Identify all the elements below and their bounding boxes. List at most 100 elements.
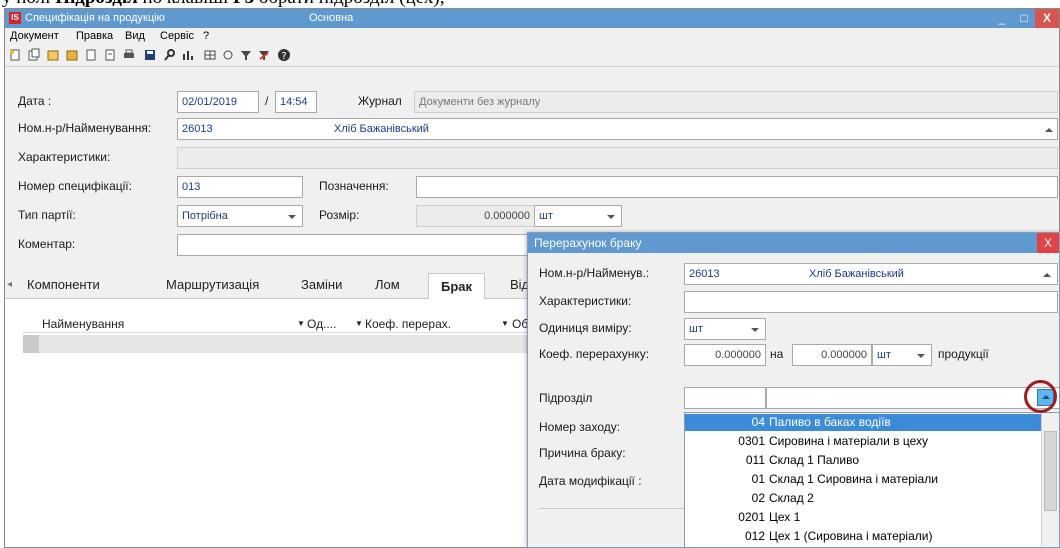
- list-item[interactable]: 04 Паливо в баках водіїв: [685, 414, 1041, 431]
- col-unit[interactable]: Од....: [307, 317, 336, 331]
- size-unit-select[interactable]: шт: [534, 205, 622, 227]
- title-bar[interactable]: IS Специфікація на продукцію Основна _ □…: [5, 9, 1059, 28]
- col-unit-filter-icon[interactable]: ▼: [355, 319, 363, 328]
- doc-text-prefix: у полі: [2, 0, 55, 8]
- dialog-qty-unit-select[interactable]: шт: [872, 344, 932, 366]
- tab-components[interactable]: Компоненти: [27, 277, 100, 292]
- doc-text-middle: по клавіші: [138, 0, 233, 8]
- col-coef-filter-icon[interactable]: ▼: [501, 319, 509, 328]
- dialog-title[interactable]: Перерахунок браку: [528, 233, 1059, 253]
- menu-help[interactable]: ?: [203, 30, 209, 42]
- refresh-icon[interactable]: [221, 48, 235, 62]
- list-item[interactable]: 012 Цех 1 (Сировина і матеріали): [685, 528, 1041, 545]
- defect-recalc-dialog: Перерахунок браку X Ном.н-р/Найменув.: 2…: [527, 232, 1060, 548]
- col-name-filter-icon[interactable]: ▼: [297, 319, 305, 328]
- print-icon[interactable]: [122, 48, 136, 62]
- size-field[interactable]: 0.000000: [416, 205, 535, 227]
- dialog-unit-value: шт: [689, 323, 703, 335]
- division-dropdown-list[interactable]: 04 Паливо в баках водіїв 0301 Сировина і м…: [684, 412, 1059, 547]
- row-selector[interactable]: [23, 335, 39, 353]
- col-coef[interactable]: Коеф. перерах.: [365, 317, 451, 331]
- list-item-name: Склад 1 Сировина і матеріали: [769, 472, 938, 486]
- list-item-name: Сировина і матеріали в цеху: [769, 434, 929, 448]
- tab-defects[interactable]: Брак: [428, 273, 486, 300]
- copy-doc-icon[interactable]: [27, 48, 41, 62]
- spec-number-field[interactable]: 013: [177, 176, 303, 198]
- window-subtitle: Основна: [309, 12, 354, 24]
- item-field[interactable]: 26013 Хліб Бажанівський: [177, 118, 1058, 140]
- chevron-down-icon: [607, 215, 615, 219]
- col-name[interactable]: Найменування: [42, 317, 124, 331]
- dialog-unit-select[interactable]: шт: [684, 318, 766, 340]
- batch-type-select[interactable]: Потрібна: [177, 205, 303, 227]
- list-item-name: Склад 2: [769, 491, 814, 505]
- menu-service[interactable]: Сервіс: [160, 30, 194, 42]
- list-item[interactable]: 011 Склад 1 Паливо: [685, 452, 1041, 469]
- doc-text-suffix: обрати підрозділ (цех);: [254, 0, 445, 8]
- comment-label: Коментар:: [18, 237, 76, 251]
- dialog-product-label: продукції: [938, 347, 989, 361]
- list-item[interactable]: 0201 Цех 1: [685, 509, 1041, 526]
- tab-scrap[interactable]: Лом: [375, 277, 400, 292]
- menu-document[interactable]: Документ: [10, 30, 59, 42]
- list-item-code: 012: [744, 529, 765, 543]
- open-folder-icon[interactable]: [65, 48, 79, 62]
- close-button[interactable]: X: [1035, 9, 1059, 28]
- tabs-scroll-left-icon[interactable]: ◂: [7, 279, 12, 290]
- doc-icon[interactable]: [84, 48, 98, 62]
- menu-bar: Документ Правка Вид Сервіс ?: [5, 28, 1059, 45]
- list-item[interactable]: 01 Склад 1 Сировина і матеріали: [685, 471, 1041, 488]
- dialog-on-label: на: [770, 347, 784, 361]
- doc-text-bold2: F3: [233, 0, 254, 8]
- dialog-characteristics-field[interactable]: [684, 291, 1058, 313]
- maximize-button[interactable]: □: [1013, 9, 1035, 28]
- list-item[interactable]: 02 Склад 2: [685, 490, 1041, 507]
- dialog-close-button[interactable]: X: [1037, 233, 1059, 253]
- batch-type-value: Потрібна: [182, 210, 228, 222]
- designation-field[interactable]: [416, 176, 1058, 198]
- minimize-button[interactable]: _: [991, 9, 1013, 28]
- tab-routing[interactable]: Маршрутизація: [166, 277, 259, 292]
- dialog-division-name-field[interactable]: [766, 387, 1059, 409]
- clear-filter-icon[interactable]: [257, 48, 271, 62]
- list-item-code: 0301: [738, 434, 765, 448]
- save-icon[interactable]: [143, 48, 157, 62]
- table-row[interactable]: [23, 335, 533, 353]
- find-icon[interactable]: [163, 48, 177, 62]
- chart-icon[interactable]: [181, 48, 195, 62]
- list-item-name: Цех 1 (Сировина і матеріали): [769, 529, 933, 543]
- filter-icon[interactable]: [239, 48, 253, 62]
- dialog-unit-label: Одиниця виміру:: [539, 321, 632, 335]
- grid-icon[interactable]: [203, 48, 217, 62]
- document-text-strip: у полі Підрозділ по клавіші F3 обрати пі…: [0, 0, 1060, 8]
- col-volume[interactable]: Об: [512, 317, 528, 331]
- list-scrollbar-thumb[interactable]: [1044, 431, 1057, 511]
- menu-edit[interactable]: Правка: [76, 30, 113, 42]
- list-scrollbar[interactable]: [1041, 413, 1059, 547]
- spec-number-label: Номер специфікації:: [18, 179, 132, 193]
- dialog-item-field[interactable]: 26013 Хліб Бажанівський: [684, 263, 1058, 285]
- characteristics-field[interactable]: [177, 147, 1058, 169]
- dialog-coef-field[interactable]: 0.000000: [684, 344, 766, 366]
- menu-view[interactable]: Вид: [125, 30, 145, 42]
- open-icon[interactable]: [46, 48, 60, 62]
- dialog-division-label: Підрозділ: [539, 391, 593, 405]
- new-doc-icon[interactable]: [8, 48, 22, 62]
- tab-replacements[interactable]: Заміни: [301, 277, 342, 292]
- list-item[interactable]: 0301 Сировина і матеріали в цеху: [685, 433, 1041, 450]
- dialog-qty-field[interactable]: 0.000000: [792, 344, 872, 366]
- chevron-down-icon: [288, 215, 296, 219]
- doc-text-bold: Підрозділ: [55, 0, 138, 8]
- item-dropdown-icon[interactable]: [1045, 128, 1053, 132]
- journal-field[interactable]: Документи без журналу: [414, 91, 1058, 113]
- date-label: Дата :: [18, 94, 52, 108]
- date-field[interactable]: 02/01/2019: [177, 91, 259, 113]
- time-separator: /: [265, 94, 269, 108]
- dialog-qty-unit-value: шт: [877, 349, 891, 361]
- time-field[interactable]: 14:54: [275, 91, 317, 113]
- help-icon[interactable]: ?: [277, 48, 291, 62]
- list-item-code: 01: [751, 472, 765, 486]
- dialog-item-dropdown-icon[interactable]: [1043, 273, 1051, 277]
- dialog-division-code-field[interactable]: [684, 387, 766, 409]
- doc2-icon[interactable]: [103, 48, 117, 62]
